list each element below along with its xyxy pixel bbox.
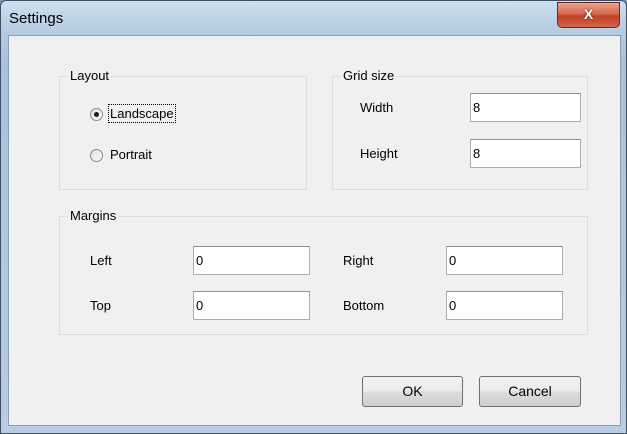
top-label: Top: [90, 298, 111, 313]
height-label: Height: [360, 146, 398, 161]
layout-group: Layout Landscape Portrait: [59, 68, 307, 190]
grid-size-group: Grid size Width Height: [332, 68, 588, 190]
radio-portrait-indicator[interactable]: [90, 149, 103, 162]
close-icon: X: [583, 6, 594, 22]
left-label: Left: [90, 253, 112, 268]
bottom-label: Bottom: [343, 298, 385, 313]
radio-landscape-label[interactable]: Landscape: [108, 104, 176, 123]
grid-size-legend: Grid size: [341, 68, 397, 84]
settings-dialog: Settings X Layout Landscape Portrait Gri…: [0, 0, 627, 434]
margin-left-input[interactable]: [193, 246, 310, 275]
cancel-button[interactable]: Cancel: [479, 376, 581, 407]
grid-width-input[interactable]: [470, 93, 581, 122]
radio-selected-dot: [94, 112, 99, 117]
grid-height-input[interactable]: [470, 139, 581, 168]
radio-portrait-label[interactable]: Portrait: [110, 147, 152, 162]
margins-legend: Margins: [68, 208, 119, 224]
dialog-body: Layout Landscape Portrait Grid size Widt…: [8, 35, 621, 426]
close-button[interactable]: X: [557, 2, 620, 28]
margin-bottom-input[interactable]: [446, 291, 563, 320]
radio-landscape-indicator[interactable]: [90, 108, 103, 121]
window-title: Settings: [9, 10, 64, 27]
right-label: Right: [343, 253, 374, 268]
margin-top-input[interactable]: [193, 291, 310, 320]
width-label: Width: [360, 100, 394, 115]
ok-button[interactable]: OK: [362, 376, 463, 407]
margin-right-input[interactable]: [446, 246, 563, 275]
layout-legend: Layout: [68, 68, 112, 84]
margins-group: Margins Left Right Top Bottom: [59, 208, 588, 335]
